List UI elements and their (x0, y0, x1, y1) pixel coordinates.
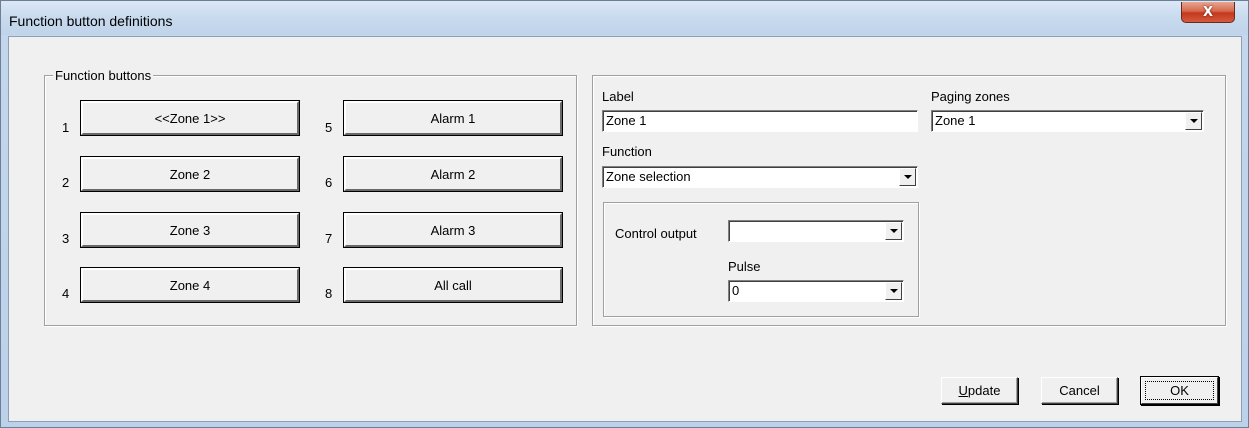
pulse-dropdown-button[interactable] (885, 282, 902, 300)
control-output-dropdown-button[interactable] (885, 222, 902, 240)
function-buttons-group: Function buttons 1 <<Zone 1>> 2 Zone 2 3… (44, 68, 577, 326)
button-number: 3 (62, 231, 70, 246)
function-dropdown-button[interactable] (899, 168, 916, 186)
function-button-8[interactable]: All call (344, 268, 562, 302)
update-label-rest: pdate (967, 383, 1001, 398)
function-button-2[interactable]: Zone 2 (81, 157, 299, 191)
function-caption: Function (602, 144, 652, 159)
function-button-5[interactable]: Alarm 1 (344, 101, 562, 135)
label-caption: Label (602, 89, 634, 104)
window-title: Function button definitions (9, 13, 173, 29)
dialog-window: Function button definitions X Function b… (0, 0, 1249, 428)
control-output-select[interactable] (728, 220, 904, 242)
chevron-down-icon (889, 229, 898, 233)
function-button-1[interactable]: <<Zone 1>> (81, 101, 299, 135)
paging-zones-caption: Paging zones (931, 89, 1010, 104)
pulse-select[interactable]: 0 (728, 280, 904, 302)
button-number: 8 (325, 286, 333, 301)
function-buttons-legend: Function buttons (53, 68, 154, 83)
cancel-button[interactable]: Cancel (1041, 377, 1118, 404)
focus-rectangle (1145, 381, 1214, 400)
function-button-6[interactable]: Alarm 2 (344, 157, 562, 191)
dialog-client-area: Function buttons 1 <<Zone 1>> 2 Zone 2 3… (8, 36, 1242, 422)
function-value: Zone selection (606, 169, 691, 184)
close-button[interactable]: X (1181, 2, 1235, 23)
function-button-7[interactable]: Alarm 3 (344, 213, 562, 247)
update-mnemonic: U (958, 383, 968, 398)
paging-zones-value: Zone 1 (935, 113, 976, 128)
button-number: 2 (62, 175, 70, 190)
update-button-label: Update (959, 383, 1001, 398)
control-output-box: Control output Pulse 0 (603, 202, 919, 317)
paging-zones-dropdown-button[interactable] (1185, 112, 1202, 130)
chevron-down-icon (1189, 119, 1198, 123)
button-number: 7 (325, 231, 333, 246)
pulse-caption: Pulse (728, 259, 761, 274)
label-input[interactable]: Zone 1 (602, 110, 918, 132)
function-select[interactable]: Zone selection (602, 166, 918, 188)
ok-button[interactable]: OK (1141, 377, 1218, 404)
paging-zones-select[interactable]: Zone 1 (931, 110, 1204, 132)
function-button-3[interactable]: Zone 3 (81, 213, 299, 247)
button-number: 1 (62, 120, 70, 135)
chevron-down-icon (903, 175, 912, 179)
button-details-group: Label Zone 1 Paging zones Zone 1 Functio… (592, 75, 1226, 326)
chevron-down-icon (889, 289, 898, 293)
close-icon: X (1202, 4, 1214, 20)
button-number: 4 (62, 286, 70, 301)
control-output-caption: Control output (615, 226, 697, 241)
pulse-value: 0 (732, 283, 740, 298)
button-number: 6 (325, 175, 333, 190)
title-bar[interactable]: Function button definitions X (1, 1, 1248, 35)
button-number: 5 (325, 120, 333, 135)
update-button[interactable]: Update (941, 377, 1018, 404)
function-button-4[interactable]: Zone 4 (81, 268, 299, 302)
